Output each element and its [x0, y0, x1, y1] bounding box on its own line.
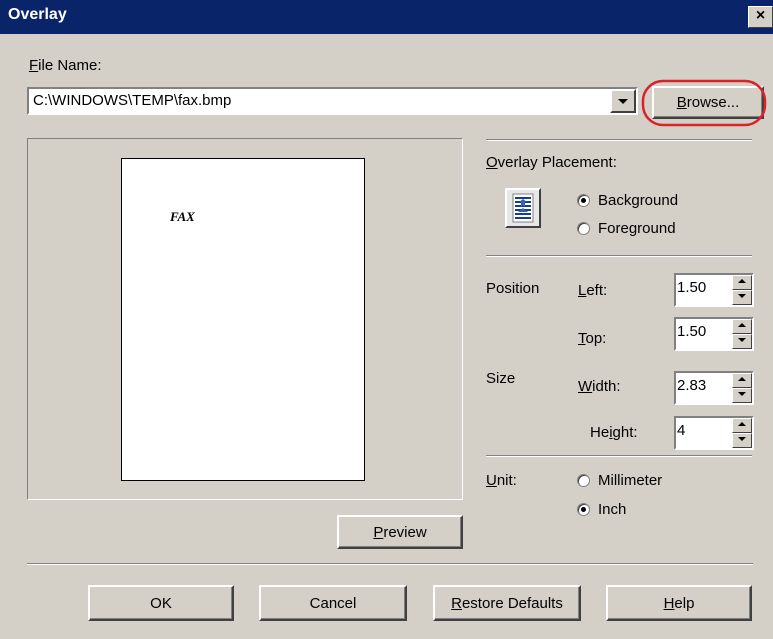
spin-down-button[interactable] [732, 388, 752, 403]
spin-down-button[interactable] [732, 334, 752, 349]
overlay-placement-label: Overlay Placement: [486, 154, 617, 171]
spin-up-button[interactable] [732, 275, 752, 290]
preview-button[interactable]: Preview [337, 515, 463, 549]
millimeter-radio[interactable] [577, 474, 590, 487]
radio-selected-dot [581, 198, 586, 203]
left-label: Left: [578, 282, 608, 299]
spin-up-button[interactable] [732, 418, 752, 433]
ok-label: OK [150, 594, 172, 612]
close-button[interactable]: × [748, 6, 773, 28]
top-label: Top: [578, 330, 607, 347]
close-icon: × [755, 7, 766, 24]
separator [486, 139, 752, 141]
radio-selected-dot [581, 507, 586, 512]
window-title: Overlay [8, 6, 67, 23]
file-name-label: File Name: [29, 57, 102, 74]
chevron-down-icon [618, 99, 628, 104]
preview-page: FAX [121, 158, 365, 481]
width-label: Width: [578, 378, 621, 395]
cancel-label: Cancel [309, 594, 357, 612]
inch-label[interactable]: Inch [598, 501, 626, 519]
top-spinner[interactable] [732, 319, 752, 349]
inch-radio[interactable] [577, 503, 590, 516]
millimeter-label[interactable]: Millimeter [598, 472, 662, 490]
preview-page-text: FAX [170, 209, 195, 224]
placement-icon-box [505, 188, 541, 228]
file-name-combobox[interactable]: C:\WINDOWS\TEMP\fax.bmp [27, 87, 638, 115]
bottom-separator [27, 563, 753, 565]
cancel-button[interactable]: Cancel [259, 585, 407, 621]
spin-up-button[interactable] [732, 319, 752, 334]
foreground-label[interactable]: Foreground [598, 220, 676, 238]
background-label[interactable]: Background [598, 192, 678, 210]
height-spinner[interactable] [732, 418, 752, 448]
ok-button[interactable]: OK [88, 585, 234, 621]
restore-defaults-button[interactable]: Restore Defaults [433, 585, 581, 621]
title-bar [0, 0, 773, 34]
unit-label: Unit: [486, 472, 517, 489]
position-label: Position [486, 280, 540, 297]
background-radio[interactable] [577, 194, 590, 207]
size-label: Size [486, 370, 516, 387]
foreground-radio[interactable] [577, 222, 590, 235]
spin-down-button[interactable] [732, 433, 752, 448]
separator [486, 455, 752, 457]
layers-icon [512, 193, 534, 223]
help-button[interactable]: Help [606, 585, 752, 621]
spin-up-button[interactable] [732, 373, 752, 388]
file-name-value[interactable]: C:\WINDOWS\TEMP\fax.bmp [29, 89, 636, 113]
width-spinner[interactable] [732, 373, 752, 403]
spin-down-button[interactable] [732, 290, 752, 305]
height-label: Height: [590, 424, 638, 441]
file-dropdown-button[interactable] [610, 89, 636, 113]
left-spinner[interactable] [732, 275, 752, 305]
highlight-circle [641, 79, 767, 127]
separator [486, 255, 752, 257]
